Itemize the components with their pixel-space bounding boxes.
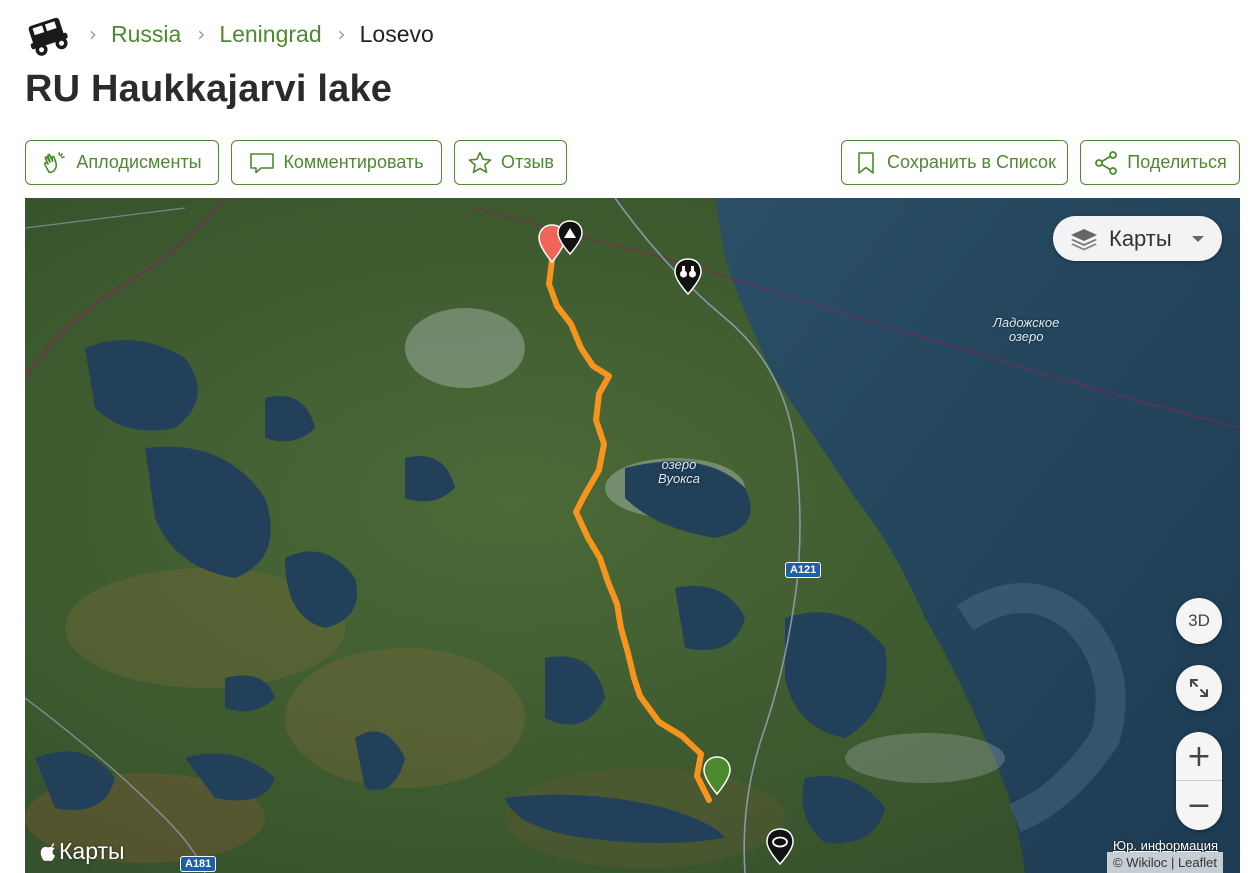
share-icon [1095,150,1118,175]
apple-maps-logo: Карты [39,838,125,865]
road-shield-a181: A181 [180,856,217,872]
comment-label: Комментировать [283,152,424,172]
breadcrumb-link-leningrad[interactable]: Leningrad [219,21,321,48]
3d-toggle-button[interactable]: 3D [1176,598,1222,644]
jeep-logo-icon[interactable] [25,11,71,57]
map-label-lake-vuoksa: озеро Вуокса [658,457,700,486]
legal-info-link[interactable]: Юр. информация [1113,838,1218,853]
layers-icon [1071,228,1097,250]
zoom-out-button[interactable]: − [1176,781,1222,830]
breadcrumb-link-russia[interactable]: Russia [111,21,181,48]
chevron-right-icon: › [89,22,97,46]
satellite-map-image [25,198,1240,873]
bookmark-icon [858,151,874,174]
zoom-in-button[interactable]: + [1176,732,1222,781]
save-label: Сохранить в Список [887,152,1056,172]
map-attribution[interactable]: © Wikiloc | Leaflet [1107,852,1223,873]
layers-label: Карты [1109,225,1172,251]
review-button[interactable]: Отзыв [454,140,567,185]
apple-icon [40,842,55,861]
map-view[interactable]: Ладожское озеро озеро Вуокса A121 A181 Кар… [25,198,1240,873]
save-to-list-button[interactable]: Сохранить в Список [841,140,1068,185]
share-button[interactable]: Поделиться [1080,140,1240,185]
comment-icon [250,152,275,173]
camping-waypoint-icon[interactable] [556,220,584,256]
fullscreen-button[interactable] [1176,665,1222,711]
chevron-down-icon [1191,235,1204,242]
share-label: Поделиться [1127,152,1227,172]
road-shield-a121: A121 [785,562,822,578]
zoom-controls: + − [1176,732,1222,830]
start-marker-icon[interactable] [702,756,732,796]
applause-button[interactable]: Аплодисменты [25,140,219,185]
star-icon [468,151,492,173]
page-title: RU Haukkajarvi lake [25,68,393,110]
photo-waypoint-icon[interactable] [765,828,795,866]
chevron-right-icon: › [337,22,346,46]
map-brand-label: Карты [59,838,125,864]
breadcrumb-current: Losevo [359,20,434,47]
map-label-lake-ladoga: Ладожское озеро [993,315,1060,344]
clapping-hands-icon [44,151,66,173]
breadcrumb: › Russia › Leningrad › Losevo [25,10,434,58]
comment-button[interactable]: Комментировать [231,140,442,185]
review-label: Отзыв [501,152,554,172]
applause-label: Аплодисменты [76,152,202,172]
map-layers-button[interactable]: Карты [1053,216,1222,261]
chevron-right-icon: › [197,22,206,46]
binoculars-waypoint-icon[interactable] [673,258,703,296]
expand-icon [1190,679,1208,697]
